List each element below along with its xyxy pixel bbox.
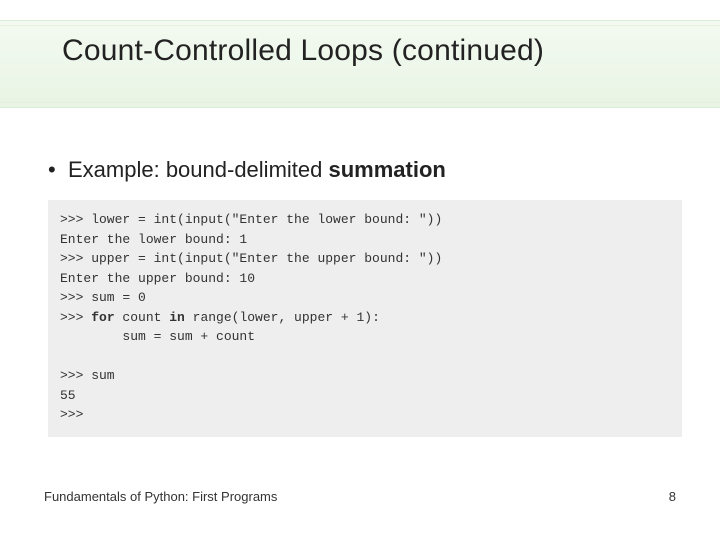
code-line: >>> lower = int(input("Enter the lower b… [60,212,442,227]
code-frag: count [115,310,170,325]
bullet-text-prefix: Example: bound-delimited [68,157,328,182]
slide-title: Count-Controlled Loops (continued) [62,34,680,68]
code-block: >>> lower = int(input("Enter the lower b… [48,200,682,437]
code-line: sum = sum + count [60,329,255,344]
code-line-for: >>> for count in range(lower, upper + 1)… [60,310,380,325]
bullet-text-bold: summation [328,157,445,182]
bullet-text: Example: bound-delimited summation [68,157,446,183]
code-line: Enter the lower bound: 1 [60,232,247,247]
code-line: 55 [60,388,76,403]
page-number: 8 [669,489,676,504]
code-line: Enter the upper bound: 10 [60,271,255,286]
code-line: >>> sum = 0 [60,290,146,305]
code-keyword-in: in [169,310,185,325]
footer-source: Fundamentals of Python: First Programs [44,489,277,504]
code-line: >>> sum [60,368,115,383]
code-line: >>> upper = int(input("Enter the upper b… [60,251,442,266]
code-frag: range(lower, upper + 1): [185,310,380,325]
bullet-item: • Example: bound-delimited summation [48,157,680,183]
bullet-marker: • [48,159,68,181]
slide: Count-Controlled Loops (continued) • Exa… [0,0,720,540]
code-keyword-for: for [91,310,114,325]
code-line: >>> [60,407,83,422]
code-frag: >>> [60,310,91,325]
